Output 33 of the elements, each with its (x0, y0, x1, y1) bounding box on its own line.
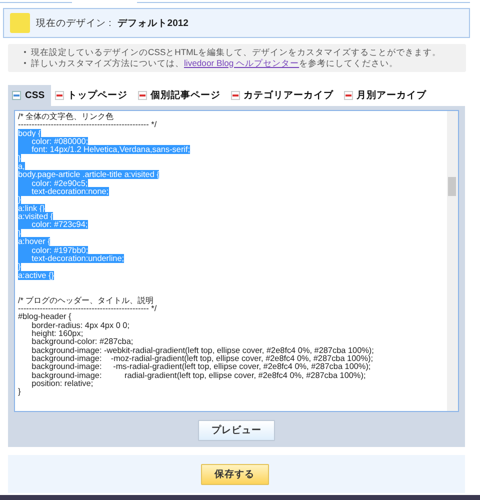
code-line: background-image: -webkit-radial-gradient(left top, ellipse cover, #2e8fc4 0%, #287cba 100%); (30, 346, 374, 355)
help-link[interactable]: livedoor Blog ヘルプセンター (184, 58, 300, 68)
code-line: ------------------------------------------------ */ (18, 120, 157, 130)
html-file-icon (138, 91, 147, 100)
scrollbar[interactable] (447, 111, 458, 411)
code-line: /* 全体の文字色、リンク色 (18, 112, 114, 121)
tab[interactable]: 月別アーカイブ (340, 85, 433, 106)
html-file-icon (54, 91, 64, 100)
note-text: 現在設定しているデザインのCSSとHTMLを編集して、デザインをカスタマイズすることができます。 (31, 47, 442, 58)
save-button[interactable]: 保存する (200, 464, 268, 484)
note-text: 詳しいカスタマイズ方法については、livedoor Blog ヘルプセンター を参考にしてください。 (31, 58, 398, 68)
code-line: background-image: -moz-radial-gradient(left top, ellipse cover, #2e8fc4 0%, #287cba 100%); (30, 354, 373, 363)
code-line: #blog-header { (18, 312, 72, 322)
code-line: position: relative; (30, 379, 94, 388)
code-line: ------------------------------------------------ */ (18, 304, 157, 313)
html-file-icon (344, 91, 353, 100)
tab[interactable]: CSS (8, 85, 51, 106)
code-line: /* ブログのヘッダー、タイトル、説明 (18, 296, 154, 305)
design-name: デフォルト2012 (117, 16, 188, 30)
css-file-icon (12, 91, 21, 100)
code-line: background-image: -ms-radial-gradient(left top, ellipse cover, #2e8fc4 0%, #287cba 100%); (30, 362, 371, 372)
code-line: background-image: radial-gradient(left top, ellipse cover, #2e8fc4 0%, #287cba 100%); (30, 370, 366, 380)
preview-button[interactable]: プレビュー (198, 420, 275, 441)
code-line: background-color: #287cba; (30, 337, 134, 346)
html-file-icon (230, 91, 240, 100)
code-line: } (18, 387, 21, 396)
tab[interactable]: トップページ (50, 85, 134, 106)
tab[interactable]: カテゴリアーカイブ (226, 85, 340, 106)
design-label: 現在のデザイン : (36, 16, 112, 30)
code-line: height: 160px; (30, 328, 84, 338)
tab[interactable]: 個別記事ページ (134, 85, 227, 106)
code-line: border-radius: 4px 4px 0 0; (32, 320, 130, 330)
avatar-image (10, 13, 30, 33)
